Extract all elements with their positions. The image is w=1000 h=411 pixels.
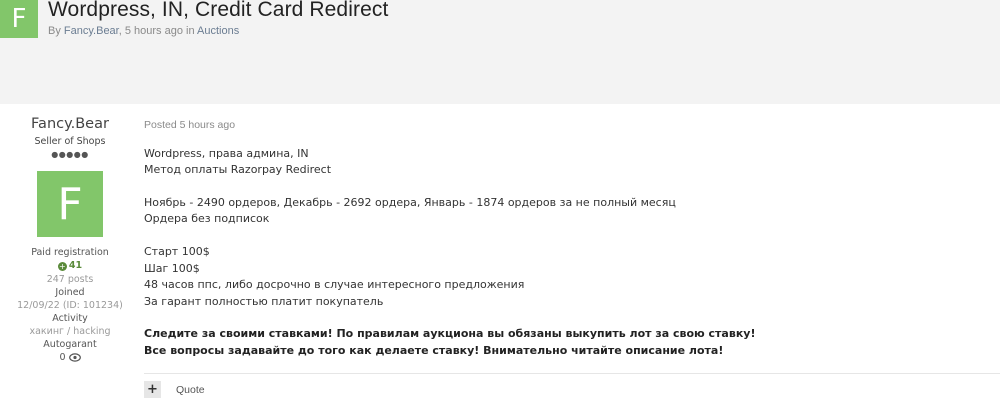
post-line: 48 часов ппс, либо досрочно в случае инт…	[144, 278, 525, 291]
author-group: Seller of Shops	[34, 136, 106, 147]
activity-label: Activity	[52, 313, 88, 324]
post-count: 247 posts	[46, 274, 94, 285]
post-line: Старт 100$	[144, 245, 210, 258]
reputation-value: 41	[68, 260, 83, 271]
reputation-plus-icon: +	[57, 262, 67, 271]
rank-pips: ●●●●●	[51, 150, 89, 159]
post-footer-divider	[144, 373, 1000, 374]
post-line: Метод оплаты Razorpay Redirect	[144, 163, 332, 176]
post-line: Ордера без подписок	[144, 212, 270, 225]
activity-value: хакинг / hacking	[29, 326, 111, 337]
reputation-badge: +41	[0, 260, 140, 271]
paid-registration-label: Paid registration	[31, 247, 109, 258]
post-line: Wordpress, права админа, IN	[144, 147, 309, 160]
post-line: Ноябрь - 2490 ордеров, Декабрь - 2692 ор…	[144, 196, 676, 209]
joined-label: Joined	[55, 287, 85, 298]
topic-meta: By Fancy.Bear, 5 hours ago in Auctions	[48, 25, 239, 37]
post-line-bold: Все вопросы задавайте до того как делает…	[144, 344, 724, 357]
topic-header: F Wordpress, IN, Credit Card Redirect By…	[0, 0, 1000, 104]
avatar[interactable]: F	[37, 171, 103, 237]
eye-icon	[68, 353, 81, 365]
joined-value: 12/09/22 (ID: 101234)	[17, 300, 123, 311]
quote-button[interactable]: Quote	[176, 384, 205, 396]
topic-meta-forum-link[interactable]: Auctions	[197, 25, 239, 37]
topic-title: Wordpress, IN, Credit Card Redirect	[48, 0, 389, 21]
post-line: За гарант полностью платит покупатель	[144, 295, 384, 308]
topic-meta-author-link[interactable]: Fancy.Bear	[64, 25, 119, 37]
autogarant-value: 0	[59, 352, 66, 363]
topic-meta-time: , 5 hours ago in	[118, 25, 198, 37]
topic-author-avatar[interactable]: F	[0, 0, 38, 38]
topic-meta-by: By	[48, 25, 64, 37]
post-timestamp: Posted 5 hours ago	[144, 119, 236, 131]
autogarant-label: Autogarant	[43, 339, 97, 350]
post-line-bold: Следите за своими ставками! По правилам …	[144, 327, 756, 340]
post-line: Шаг 100$	[144, 262, 200, 275]
autogarant-row: 0	[0, 352, 140, 365]
multiquote-plus-button[interactable]: +	[144, 381, 161, 398]
author-name[interactable]: Fancy.Bear	[0, 116, 140, 132]
